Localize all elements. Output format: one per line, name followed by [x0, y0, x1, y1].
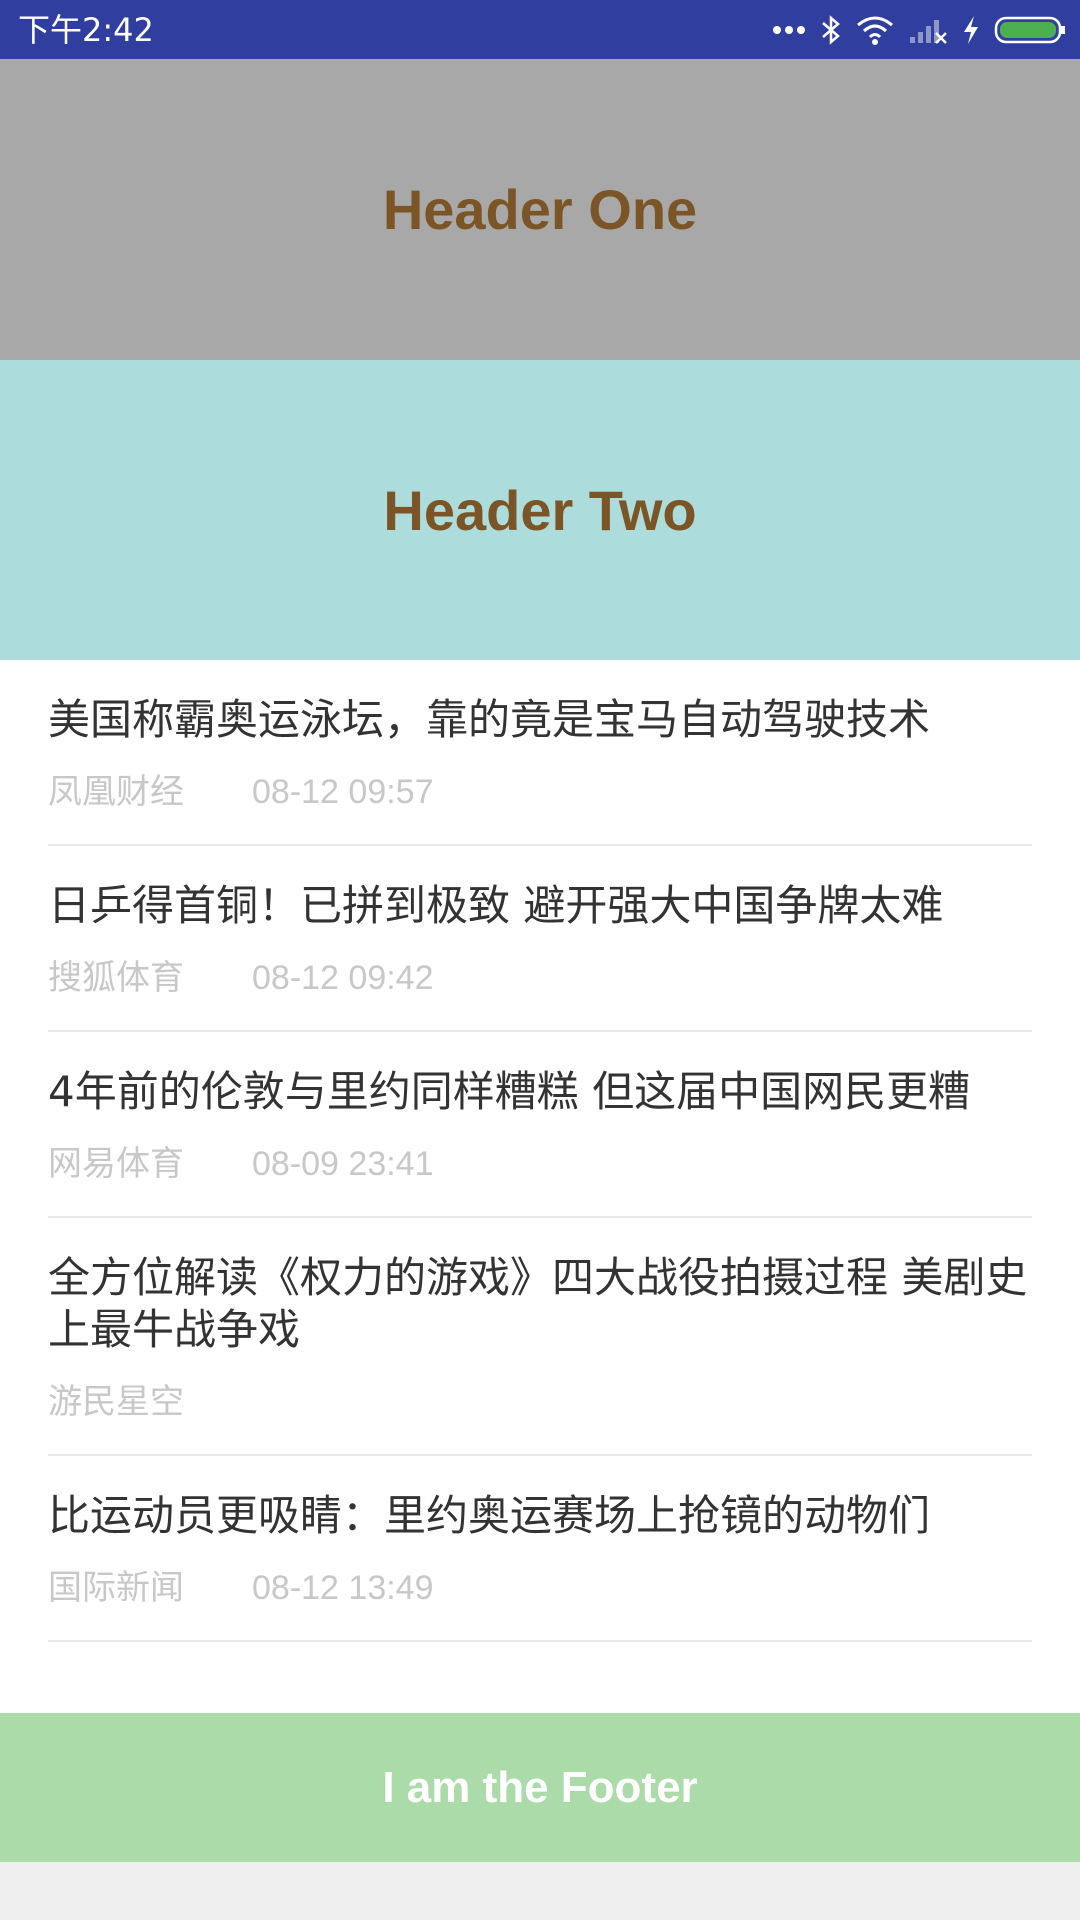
footer: I am the Footer: [0, 1713, 1080, 1862]
no-signal-icon: [908, 15, 948, 45]
news-title: 4年前的伦敦与里约同样糟糕 但这届中国网民更糟: [48, 1067, 971, 1116]
news-meta: 网易体育 08-09 23:41: [48, 1142, 1032, 1216]
news-source: 网易体育: [48, 1144, 184, 1184]
news-source: 游民星空: [48, 1382, 184, 1422]
header-one: Header One: [0, 59, 1080, 360]
footer-text: I am the Footer: [382, 1762, 698, 1812]
status-time: 下午2:42: [18, 11, 154, 49]
status-icons: [772, 10, 1066, 50]
news-time: 08-12 13:49: [252, 1569, 434, 1607]
news-source: 搜狐体育: [48, 958, 184, 998]
news-list[interactable]: 美国称霸奥运泳坛，靠的竟是宝马自动驾驶技术 凤凰财经 08-12 09:57 日…: [0, 660, 1080, 1713]
news-source: 凤凰财经: [48, 772, 184, 812]
bluetooth-icon: [820, 14, 842, 46]
news-meta: 凤凰财经 08-12 09:57: [48, 770, 1032, 844]
news-meta: 游民星空: [48, 1380, 1032, 1454]
list-item[interactable]: 4年前的伦敦与里约同样糟糕 但这届中国网民更糟 网易体育 08-09 23:41: [48, 1032, 1032, 1218]
news-title: 美国称霸奥运泳坛，靠的竟是宝马自动驾驶技术: [48, 695, 931, 744]
list-item[interactable]: 全方位解读《权力的游戏》四大战役拍摄过程 美剧史上最牛战争戏 游民星空: [48, 1218, 1032, 1456]
more-dots-icon: [772, 24, 806, 36]
list-item[interactable]: 美国称霸奥运泳坛，靠的竟是宝马自动驾驶技术 凤凰财经 08-12 09:57: [48, 660, 1032, 846]
news-meta: 国际新闻 08-12 13:49: [48, 1566, 1032, 1640]
header-one-title: Header One: [382, 178, 698, 241]
wifi-icon: [856, 15, 894, 45]
news-meta: 搜狐体育 08-12 09:42: [48, 956, 1032, 1030]
status-bar: 下午2:42: [0, 0, 1080, 59]
news-source: 国际新闻: [48, 1568, 184, 1608]
battery-icon: [994, 15, 1066, 45]
charging-icon: [962, 15, 980, 45]
news-time: 08-09 23:41: [252, 1145, 434, 1183]
list-item[interactable]: 比运动员更吸睛：里约奥运赛场上抢镜的动物们 国际新闻 08-12 13:49: [48, 1456, 1032, 1642]
news-time: 08-12 09:57: [252, 773, 434, 811]
list-item[interactable]: 日乒得首铜！已拼到极致 避开强大中国争牌太难 搜狐体育 08-12 09:42: [48, 846, 1032, 1032]
news-title: 全方位解读《权力的游戏》四大战役拍摄过程 美剧史上最牛战争戏: [48, 1253, 1028, 1354]
news-time: 08-12 09:42: [252, 959, 434, 997]
news-title: 日乒得首铜！已拼到极致 避开强大中国争牌太难: [48, 881, 944, 930]
news-title: 比运动员更吸睛：里约奥运赛场上抢镜的动物们: [48, 1491, 931, 1540]
header-two-title: Header Two: [383, 478, 697, 542]
header-two: Header Two: [0, 360, 1080, 660]
